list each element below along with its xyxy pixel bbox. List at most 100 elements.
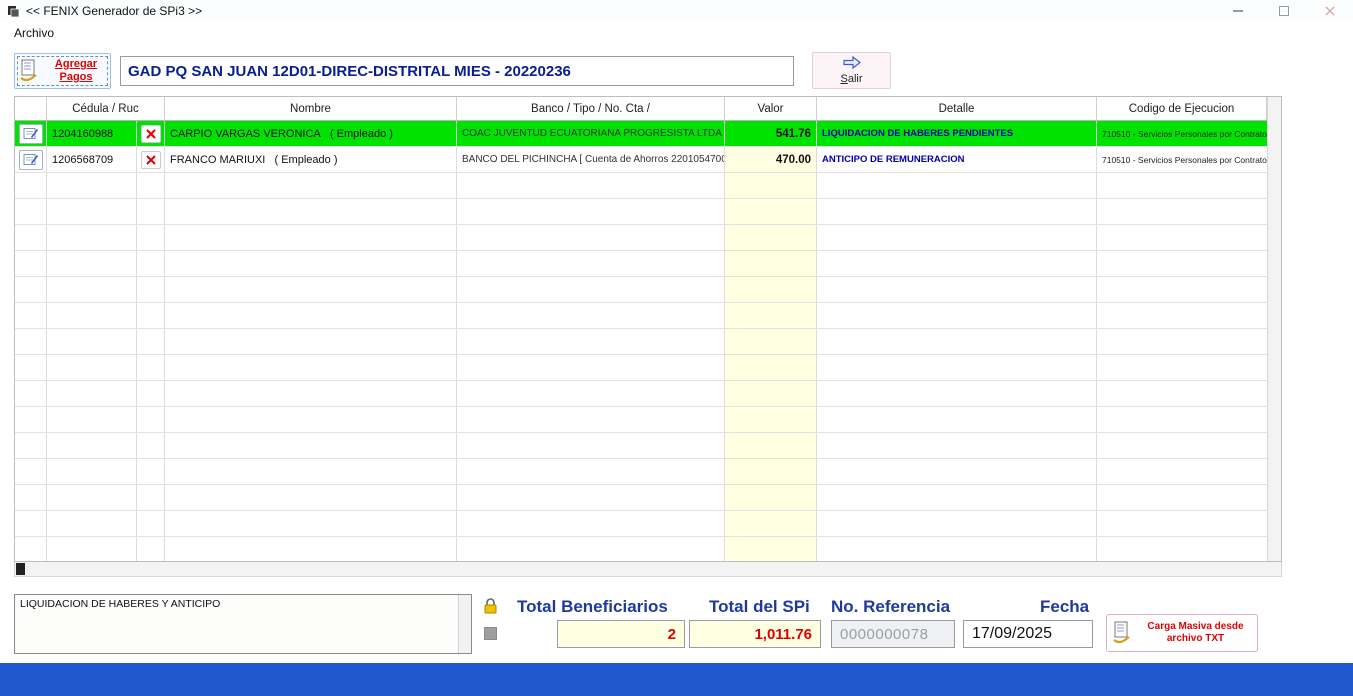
descripcion-scrollbar[interactable]	[458, 595, 471, 653]
detalle-cell	[817, 433, 1097, 458]
nombre-cell	[165, 303, 457, 328]
table-row[interactable]	[15, 433, 1267, 459]
banco-cell: COAC JUVENTUD ECUATORIANA PROGRESISTA LT…	[457, 121, 725, 146]
valor-cell	[725, 303, 817, 328]
codigo-cell	[1097, 355, 1267, 380]
codigo-cell	[1097, 173, 1267, 198]
nombre-cell	[165, 225, 457, 250]
delete-cell	[137, 199, 165, 224]
fecha-label: Fecha	[1040, 597, 1089, 617]
window-title: << FENIX Generador de SPi3 >>	[26, 4, 202, 18]
cedula-cell	[47, 381, 137, 406]
banco-cell	[457, 355, 725, 380]
agregar-pagos-button[interactable]: Agregar Pagos	[14, 53, 111, 89]
delete-cell	[137, 277, 165, 302]
cedula-cell	[47, 173, 137, 198]
table-row[interactable]	[15, 199, 1267, 225]
table-row[interactable]	[15, 407, 1267, 433]
delete-row-button[interactable]	[141, 125, 161, 143]
codigo-cell: 710510 - Servicios Personales por Contra…	[1097, 121, 1267, 146]
maximize-button[interactable]	[1261, 0, 1307, 22]
menu-archivo[interactable]: Archivo	[8, 24, 60, 42]
fecha-value[interactable]: 17/09/2025	[963, 620, 1093, 648]
nombre-cell	[165, 459, 457, 484]
delete-x-icon	[146, 155, 156, 165]
cedula-cell	[47, 537, 137, 561]
cedula-cell	[47, 433, 137, 458]
banco-cell	[457, 251, 725, 276]
banco-cell	[457, 459, 725, 484]
delete-cell	[137, 485, 165, 510]
edit-cell	[15, 173, 47, 198]
table-row[interactable]	[15, 225, 1267, 251]
delete-cell	[137, 225, 165, 250]
banco-cell	[457, 485, 725, 510]
edit-row-button[interactable]	[19, 124, 43, 144]
descripcion-input[interactable]: LIQUIDACION DE HABERES Y ANTICIPO	[15, 595, 457, 653]
vertical-scrollbar[interactable]	[1267, 97, 1281, 561]
detalle-cell	[817, 459, 1097, 484]
valor-cell: 470.00	[725, 147, 817, 172]
table-row[interactable]	[15, 329, 1267, 355]
valor-cell	[725, 199, 817, 224]
table-row[interactable]	[15, 381, 1267, 407]
table-row[interactable]	[15, 251, 1267, 277]
nombre-cell	[165, 407, 457, 432]
valor-cell	[725, 277, 817, 302]
edit-row-button[interactable]	[19, 150, 43, 170]
table-row[interactable]	[15, 537, 1267, 561]
banco-cell	[457, 329, 725, 354]
table-row[interactable]	[15, 173, 1267, 199]
table-row[interactable]: 1204160988 CARPIO VARGAS VERONICA ( Empl…	[15, 121, 1267, 147]
detalle-cell	[817, 277, 1097, 302]
minimize-icon	[1233, 6, 1243, 16]
detalle-cell	[817, 355, 1097, 380]
edit-row-icon	[23, 153, 39, 166]
delete-x-icon	[146, 129, 156, 139]
header-title-input[interactable]	[120, 56, 794, 86]
delete-cell	[137, 537, 165, 561]
valor-cell	[725, 329, 817, 354]
minimize-button[interactable]	[1215, 0, 1261, 22]
table-row[interactable]	[15, 485, 1267, 511]
nombre-cell	[165, 511, 457, 536]
cedula-cell: 1204160988	[47, 121, 137, 146]
codigo-cell	[1097, 277, 1267, 302]
horizontal-scrollbar[interactable]	[14, 562, 1282, 577]
salir-button[interactable]: Salir	[812, 52, 891, 89]
table-row[interactable]	[15, 355, 1267, 381]
carga-masiva-button[interactable]: Carga Masiva desde archivo TXT	[1106, 614, 1258, 652]
codigo-cell: 710510 - Servicios Personales por Contra…	[1097, 147, 1267, 172]
horizontal-scrollbar-thumb[interactable]	[16, 563, 25, 575]
col-nombre: Nombre	[165, 97, 457, 120]
table-row[interactable]	[15, 303, 1267, 329]
valor-cell	[725, 251, 817, 276]
close-button[interactable]	[1307, 0, 1353, 22]
detalle-cell	[817, 303, 1097, 328]
banco-cell	[457, 173, 725, 198]
delete-cell	[137, 381, 165, 406]
edit-cell	[15, 147, 47, 172]
table-row[interactable]	[15, 511, 1267, 537]
valor-cell	[725, 355, 817, 380]
delete-cell	[137, 329, 165, 354]
codigo-cell	[1097, 537, 1267, 561]
delete-cell	[137, 511, 165, 536]
table-row[interactable]	[15, 277, 1267, 303]
banco-cell	[457, 277, 725, 302]
edit-cell	[15, 537, 47, 561]
delete-row-button[interactable]	[141, 151, 161, 169]
table-row[interactable]: 1206568709 FRANCO MARIUXI ( Empleado ) B…	[15, 147, 1267, 173]
nombre-cell: FRANCO MARIUXI ( Empleado )	[165, 147, 457, 172]
codigo-cell	[1097, 199, 1267, 224]
delete-cell	[137, 121, 165, 146]
edit-cell	[15, 511, 47, 536]
codigo-cell	[1097, 485, 1267, 510]
disabled-checkbox	[484, 627, 497, 640]
edit-cell	[15, 199, 47, 224]
banco-cell	[457, 537, 725, 561]
table-row[interactable]	[15, 459, 1267, 485]
maximize-icon	[1279, 6, 1289, 16]
codigo-cell	[1097, 329, 1267, 354]
edit-cell	[15, 381, 47, 406]
